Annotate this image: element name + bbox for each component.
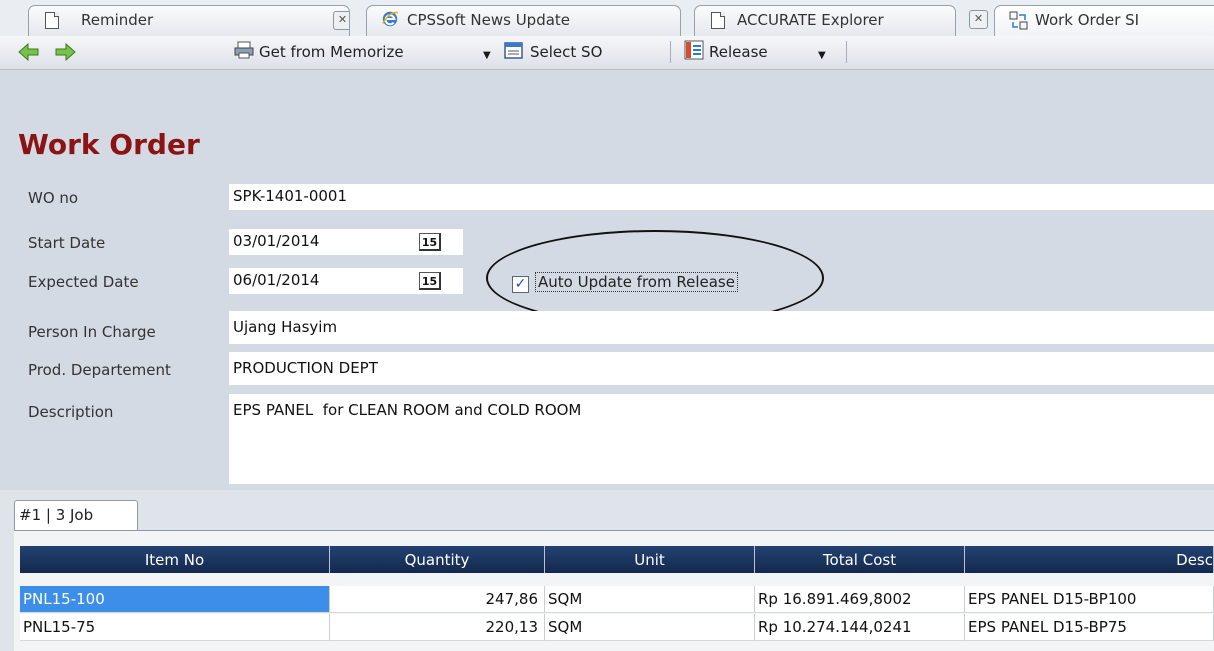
calendar-icon: 15: [419, 272, 441, 290]
toolbar-separator: [670, 41, 671, 63]
start-date-label: Start Date: [28, 234, 106, 252]
tab-label: Reminder: [81, 11, 154, 29]
get-from-memorize-button[interactable]: Get from Memorize: [234, 40, 404, 64]
expected-date-label: Expected Date: [28, 273, 139, 291]
column-header-quantity[interactable]: Quantity: [330, 546, 545, 573]
cell-unit[interactable]: SQM: [545, 586, 755, 613]
start-date-calendar-button[interactable]: 15: [414, 230, 446, 254]
column-header-item-no[interactable]: Item No: [20, 546, 330, 573]
expected-date-calendar-button[interactable]: 15: [414, 269, 446, 293]
toolbar: Get from Memorize ▼ Select SO Release ▼: [0, 36, 1214, 70]
chevron-down-icon[interactable]: ▼: [483, 50, 491, 61]
tab-work-order[interactable]: Work Order SI: [994, 5, 1214, 36]
release-label: Release: [709, 43, 768, 61]
cell-total-cost[interactable]: Rp 10.274.144,0241: [755, 614, 965, 641]
tab-label: CPSSoft News Update: [407, 11, 571, 29]
tab-label: ACCURATE Explorer: [737, 11, 884, 29]
work-order-icon: [1009, 11, 1029, 35]
tab-accurate-explorer[interactable]: ACCURATE Explorer: [694, 5, 956, 36]
expected-date-value: 06/01/2014: [233, 271, 320, 289]
calendar-icon: 15: [419, 233, 441, 251]
auto-update-label[interactable]: Auto Update from Release: [535, 272, 738, 292]
close-icon[interactable]: ✕: [333, 11, 349, 30]
description-textarea[interactable]: EPS PANEL for CLEAN ROOM and COLD ROOM: [229, 394, 1214, 484]
cell-item-no[interactable]: PNL15-100: [20, 586, 330, 613]
column-header-total-cost[interactable]: Total Cost: [755, 546, 965, 573]
select-so-icon: [503, 40, 525, 64]
document-tab-strip: Reminder ✕ CPSSoft News Update ACCURATE …: [0, 0, 1214, 36]
printer-icon: [234, 41, 254, 63]
cell-description[interactable]: EPS PANEL D15-BP75: [965, 614, 1214, 641]
select-so-label: Select SO: [530, 43, 603, 61]
close-icon[interactable]: ✕: [969, 10, 988, 29]
chevron-down-icon[interactable]: ▼: [818, 50, 826, 61]
cell-description[interactable]: EPS PANEL D15-BP100: [965, 586, 1214, 613]
prod-department-field[interactable]: PRODUCTION DEPT: [229, 352, 1214, 385]
page-title: Work Order: [18, 128, 200, 161]
description-label: Description: [28, 403, 114, 421]
forward-arrow-icon[interactable]: [54, 42, 76, 62]
wo-no-label: WO no: [28, 189, 79, 207]
tab-reminder[interactable]: Reminder ✕: [28, 5, 350, 36]
release-icon: [684, 40, 704, 64]
tab-label: Work Order SI: [1035, 11, 1140, 29]
cell-quantity[interactable]: 220,13: [330, 614, 545, 641]
prod-department-label: Prod. Departement: [28, 361, 171, 379]
start-date-value: 03/01/2014: [233, 232, 320, 250]
cell-quantity[interactable]: 247,86: [330, 586, 545, 613]
browser-icon: [381, 10, 399, 32]
wo-no-field[interactable]: SPK-1401-0001: [229, 184, 1214, 210]
column-header-unit[interactable]: Unit: [545, 546, 755, 573]
person-in-charge-label: Person In Charge: [28, 323, 156, 341]
back-arrow-icon[interactable]: [18, 42, 40, 62]
document-icon: [711, 12, 725, 29]
auto-update-checkbox[interactable]: ✓: [512, 276, 529, 293]
toolbar-separator: [846, 41, 847, 63]
get-from-memorize-label: Get from Memorize: [259, 43, 404, 61]
document-icon: [45, 12, 59, 29]
person-in-charge-field[interactable]: Ujang Hasyim: [229, 311, 1214, 344]
select-so-button[interactable]: Select SO: [503, 40, 602, 64]
cell-unit[interactable]: SQM: [545, 614, 755, 641]
cell-item-no[interactable]: PNL15-75: [20, 614, 330, 641]
tab-job[interactable]: #1 | 3 Job: [14, 500, 138, 530]
tab-cpssoft-news[interactable]: CPSSoft News Update: [366, 5, 681, 36]
column-header-description[interactable]: Desc: [965, 546, 1214, 573]
cell-total-cost[interactable]: Rp 16.891.469,8002: [755, 586, 965, 613]
release-button[interactable]: Release: [684, 40, 768, 64]
